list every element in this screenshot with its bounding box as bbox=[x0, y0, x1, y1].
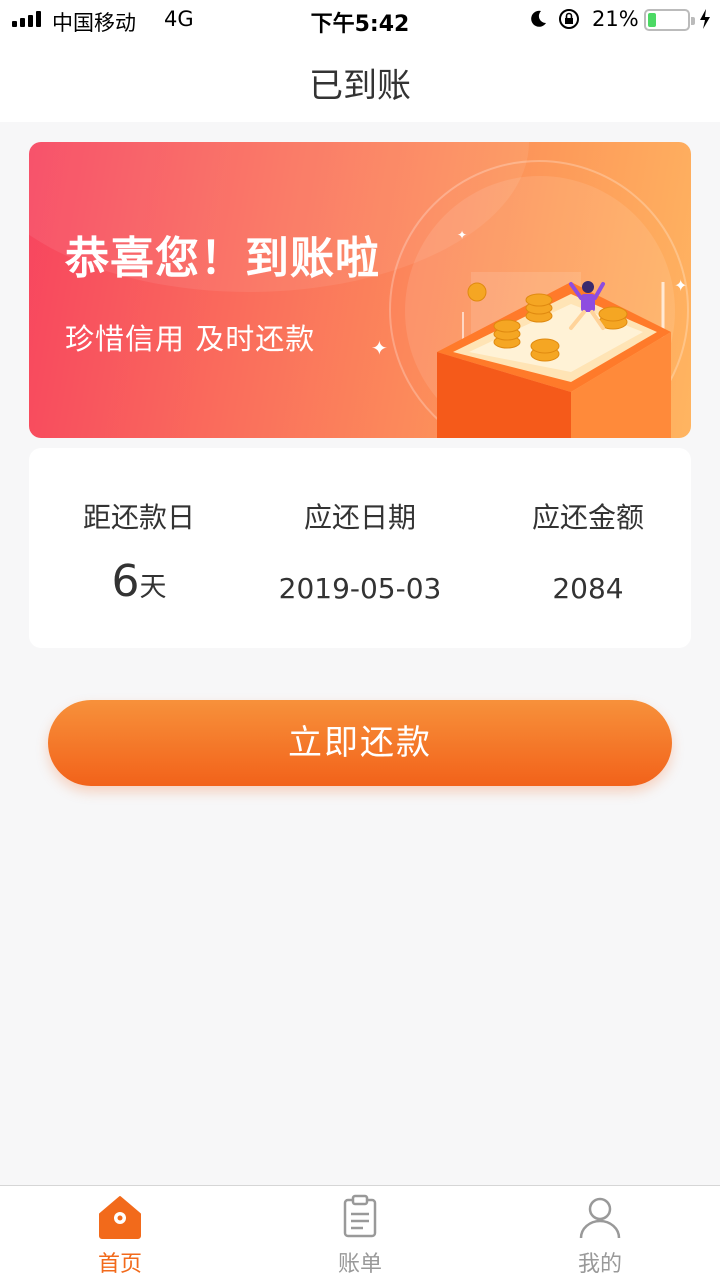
page-title: 已到账 bbox=[309, 66, 411, 106]
tab-bill[interactable]: 账单 bbox=[240, 1186, 480, 1280]
success-banner: 恭喜您！到账啦 珍惜信用 及时还款 ✦ ✦ ✦ bbox=[29, 142, 691, 438]
tab-profile-label: 我的 bbox=[577, 1252, 622, 1277]
profile-icon bbox=[579, 1197, 621, 1239]
tab-home-label: 首页 bbox=[97, 1252, 142, 1277]
home-icon bbox=[99, 1196, 141, 1239]
days-until-due-label: 距还款日 bbox=[82, 501, 195, 534]
bill-icon bbox=[343, 1194, 377, 1238]
due-date-label: 应还日期 bbox=[303, 501, 416, 534]
tab-profile[interactable]: 我的 bbox=[480, 1186, 720, 1280]
moon-icon bbox=[531, 10, 546, 27]
banner-title: 恭喜您！到账啦 bbox=[65, 233, 380, 284]
days-until-due-value: 6天 bbox=[29, 556, 249, 607]
status-bar: 中国移动 4G 下午5:42 21% bbox=[0, 0, 720, 40]
sparkle-icon: ✦ bbox=[457, 228, 468, 242]
sparkle-icon: ✦ bbox=[371, 336, 388, 360]
due-date-value: 2019-05-03 bbox=[278, 572, 442, 605]
orientation-lock-icon bbox=[559, 9, 579, 29]
amount-due-value: 2084 bbox=[552, 572, 624, 605]
repayment-info-card: 距还款日 6天 应还日期 2019-05-03 应还金额 2084 bbox=[29, 448, 691, 648]
days-unit: 天 bbox=[139, 572, 167, 603]
charging-icon bbox=[700, 9, 710, 29]
banner-subtitle: 珍惜信用 及时还款 bbox=[65, 322, 316, 356]
battery-percent: 21% bbox=[592, 7, 639, 31]
battery-level-fill bbox=[648, 13, 656, 27]
amount-due-label: 应还金额 bbox=[531, 501, 644, 534]
days-number: 6 bbox=[111, 556, 140, 607]
tab-bar: 首页 账单 我的 bbox=[0, 1185, 720, 1280]
battery-icon bbox=[644, 9, 695, 31]
coin-platform-illustration bbox=[437, 272, 671, 438]
nav-bar: 已到账 bbox=[0, 40, 720, 122]
tab-home[interactable]: 首页 bbox=[0, 1186, 240, 1280]
tab-bill-label: 账单 bbox=[337, 1252, 382, 1277]
repay-now-button[interactable]: 立即还款 bbox=[48, 700, 672, 786]
